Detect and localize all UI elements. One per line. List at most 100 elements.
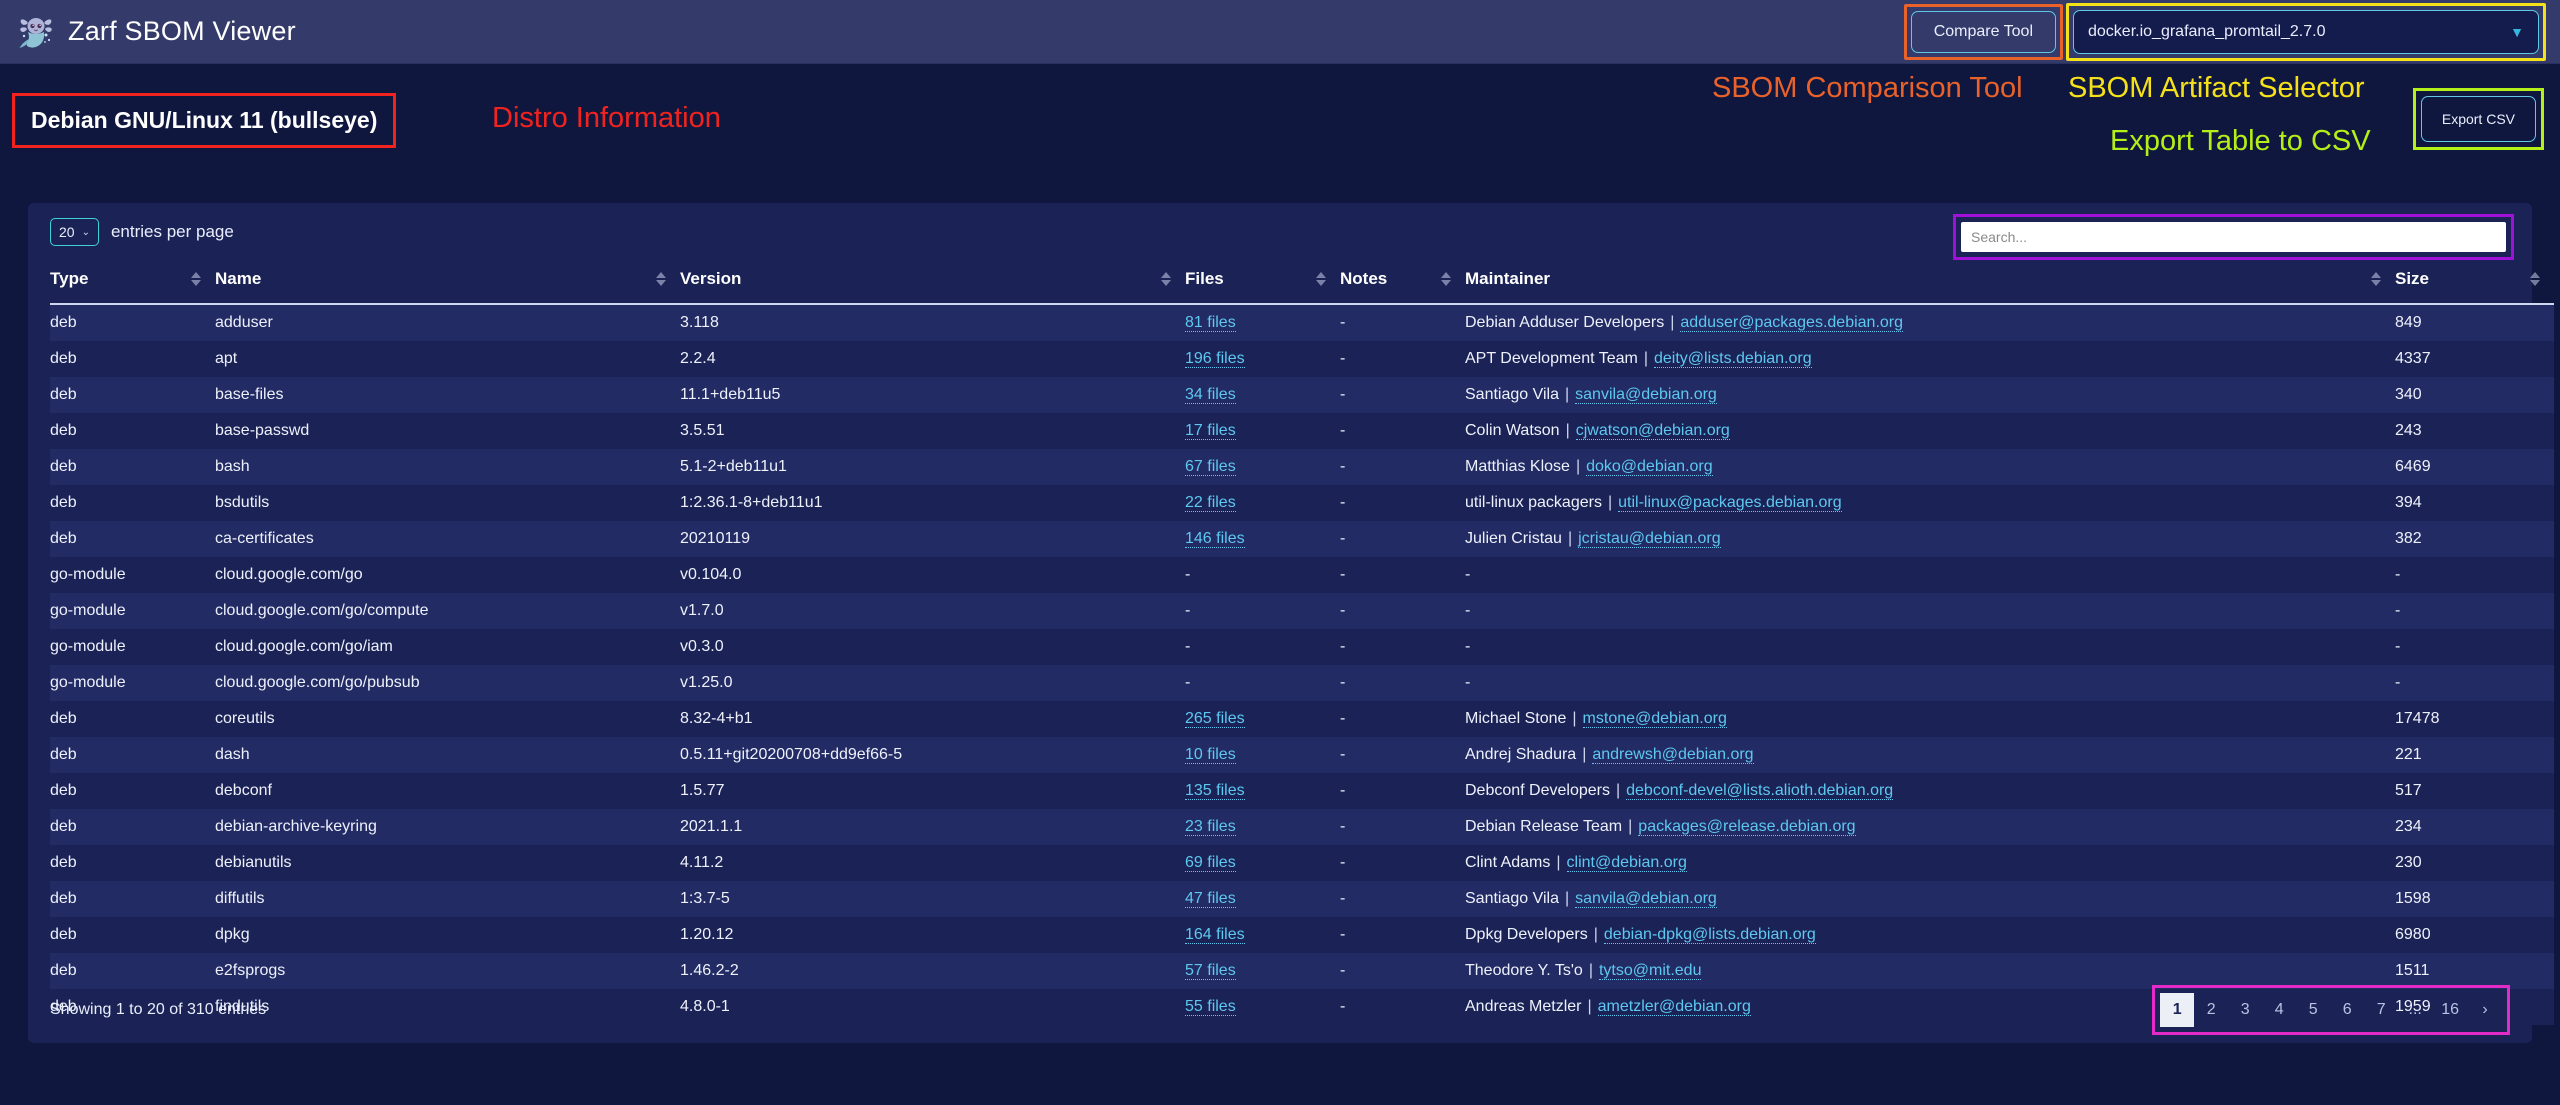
cell-version: 5.1-2+deb11u1 <box>680 449 1185 485</box>
cell-version: 1:3.7-5 <box>680 881 1185 917</box>
sort-toggle-icon[interactable] <box>1316 272 1326 286</box>
maintainer-email-link[interactable]: packages@release.debian.org <box>1638 818 1855 836</box>
files-link[interactable]: 81 files <box>1185 314 1236 332</box>
maintainer-email-link[interactable]: sanvila@debian.org <box>1575 386 1717 404</box>
cell-type: deb <box>50 917 215 953</box>
sort-toggle-icon[interactable] <box>656 272 666 286</box>
cell-name: cloud.google.com/go <box>215 557 680 593</box>
pagination-next-button[interactable]: › <box>2468 993 2502 1027</box>
pagination-highlight-box: 1234567...16› <box>2152 985 2510 1035</box>
sort-toggle-icon[interactable] <box>2371 272 2381 286</box>
cell-version: 1.5.77 <box>680 773 1185 809</box>
cell-files: 34 files <box>1185 377 1340 413</box>
pagination-page-5[interactable]: 5 <box>2296 993 2330 1027</box>
files-link[interactable]: 146 files <box>1185 530 1245 548</box>
table-row: debdebconf1.5.77135 files-Debconf Develo… <box>50 773 2554 809</box>
search-input[interactable] <box>1961 222 2506 252</box>
column-header-files[interactable]: Files <box>1185 261 1340 304</box>
column-header-type[interactable]: Type <box>50 261 215 304</box>
maintainer-email-link[interactable]: cjwatson@debian.org <box>1576 422 1730 440</box>
files-link[interactable]: 34 files <box>1185 386 1236 404</box>
pagination-page-16[interactable]: 16 <box>2432 993 2468 1027</box>
cell-type: deb <box>50 377 215 413</box>
maintainer-email-link[interactable]: util-linux@packages.debian.org <box>1618 494 1841 512</box>
cell-maintainer: Santiago Vila|sanvila@debian.org <box>1465 881 2395 917</box>
maintainer-separator: | <box>1559 386 1575 403</box>
maintainer-email-link[interactable]: andrewsh@debian.org <box>1592 746 1753 764</box>
sort-toggle-icon[interactable] <box>1441 272 1451 286</box>
pagination-page-4[interactable]: 4 <box>2262 993 2296 1027</box>
files-link[interactable]: 10 files <box>1185 746 1236 764</box>
maintainer-separator: | <box>1559 890 1575 907</box>
cell-size: 394 <box>2395 485 2554 521</box>
column-header-maintainer[interactable]: Maintainer <box>1465 261 2395 304</box>
files-link[interactable]: 23 files <box>1185 818 1236 836</box>
maintainer-separator: | <box>1602 494 1618 511</box>
files-link[interactable]: 265 files <box>1185 710 1245 728</box>
maintainer-email-link[interactable]: deity@lists.debian.org <box>1654 350 1812 368</box>
table-row: debbase-files11.1+deb11u534 files-Santia… <box>50 377 2554 413</box>
entries-per-page-select[interactable]: 20 ⌄ <box>50 218 99 246</box>
cell-size: - <box>2395 593 2554 629</box>
cell-version: 2.2.4 <box>680 341 1185 377</box>
sort-toggle-icon[interactable] <box>191 272 201 286</box>
maintainer-email-link[interactable]: sanvila@debian.org <box>1575 890 1717 908</box>
sbom-table-body: debadduser3.11881 files-Debian Adduser D… <box>50 304 2554 1025</box>
sort-toggle-icon[interactable] <box>1161 272 1171 286</box>
cell-maintainer: Julien Cristau|jcristau@debian.org <box>1465 521 2395 557</box>
column-header-notes[interactable]: Notes <box>1340 261 1465 304</box>
files-link[interactable]: 135 files <box>1185 782 1245 800</box>
compare-tool-button[interactable]: Compare Tool <box>1911 11 2056 53</box>
pagination-page-1[interactable]: 1 <box>2160 993 2194 1027</box>
pagination-page-7[interactable]: 7 <box>2364 993 2398 1027</box>
files-link[interactable]: 47 files <box>1185 890 1236 908</box>
column-header-version[interactable]: Version <box>680 261 1185 304</box>
cell-maintainer: Debian Adduser Developers|adduser@packag… <box>1465 304 2395 341</box>
sbom-table: TypeNameVersionFilesNotesMaintainerSize … <box>50 261 2554 1025</box>
cell-files: - <box>1185 665 1340 701</box>
maintainer-email-link[interactable]: adduser@packages.debian.org <box>1680 314 1903 332</box>
sbom-artifact-select[interactable]: docker.io_grafana_promtail_2.7.0 ▼ <box>2073 10 2539 54</box>
cell-name: debian-archive-keyring <box>215 809 680 845</box>
maintainer-name: Debian Release Team <box>1465 818 1622 835</box>
files-link[interactable]: 17 files <box>1185 422 1236 440</box>
maintainer-separator: | <box>1638 350 1654 367</box>
files-link[interactable]: 164 files <box>1185 926 1245 944</box>
cell-name: ca-certificates <box>215 521 680 557</box>
maintainer-email-link[interactable]: mstone@debian.org <box>1583 710 1727 728</box>
maintainer-email-link[interactable]: clint@debian.org <box>1567 854 1687 872</box>
maintainer-separator: | <box>1550 854 1566 871</box>
cell-name: dpkg <box>215 917 680 953</box>
pagination-page-2[interactable]: 2 <box>2194 993 2228 1027</box>
cell-maintainer: Colin Watson|cjwatson@debian.org <box>1465 413 2395 449</box>
cell-notes: - <box>1340 413 1465 449</box>
table-footer: Showing 1 to 20 of 310 entries 1234567..… <box>28 977 2532 1043</box>
sort-toggle-icon[interactable] <box>2530 272 2540 286</box>
files-link[interactable]: 69 files <box>1185 854 1236 872</box>
maintainer-email-link[interactable]: debian-dpkg@lists.debian.org <box>1604 926 1816 944</box>
pagination-page-3[interactable]: 3 <box>2228 993 2262 1027</box>
maintainer-separator: | <box>1622 818 1638 835</box>
maintainer-email-link[interactable]: debconf-devel@lists.alioth.debian.org <box>1626 782 1893 800</box>
cell-version: v1.7.0 <box>680 593 1185 629</box>
column-header-label: Name <box>215 269 261 289</box>
maintainer-email-link[interactable]: jcristau@debian.org <box>1578 530 1721 548</box>
table-row: go-modulecloud.google.com/go/iamv0.3.0--… <box>50 629 2554 665</box>
column-header-size[interactable]: Size <box>2395 261 2554 304</box>
table-controls-bar: 20 ⌄ entries per page <box>28 203 2532 261</box>
files-link[interactable]: 22 files <box>1185 494 1236 512</box>
sbom-table-wrapper: TypeNameVersionFilesNotesMaintainerSize … <box>28 261 2532 1025</box>
cell-notes: - <box>1340 917 1465 953</box>
maintainer-name: Santiago Vila <box>1465 386 1559 403</box>
column-header-name[interactable]: Name <box>215 261 680 304</box>
cell-size: 4337 <box>2395 341 2554 377</box>
maintainer-separator: | <box>1610 782 1626 799</box>
distro-information-chip: Debian GNU/Linux 11 (bullseye) <box>15 96 393 145</box>
cell-version: 0.5.11+git20200708+dd9ef66-5 <box>680 737 1185 773</box>
maintainer-email-link[interactable]: doko@debian.org <box>1586 458 1713 476</box>
pagination-page-6[interactable]: 6 <box>2330 993 2364 1027</box>
export-csv-button[interactable]: Export CSV <box>2421 96 2536 142</box>
files-link[interactable]: 67 files <box>1185 458 1236 476</box>
files-link[interactable]: 196 files <box>1185 350 1245 368</box>
maintainer-name: Matthias Klose <box>1465 458 1570 475</box>
